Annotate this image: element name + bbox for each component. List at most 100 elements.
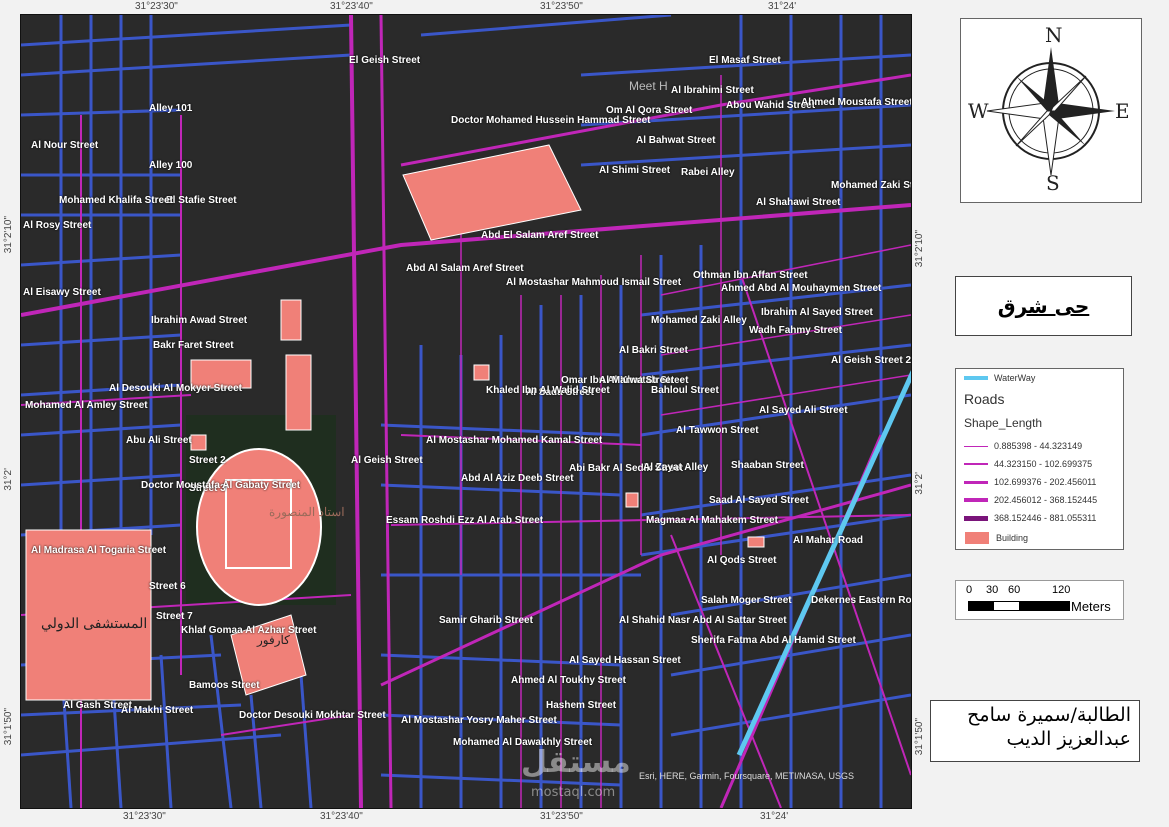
street-label: Wadh Fahmy Street — [749, 325, 842, 336]
street-label: Street 6 — [149, 581, 186, 592]
coord-right: 31°2' — [914, 472, 925, 495]
road-class-swatch — [964, 480, 988, 484]
building-block — [473, 364, 490, 381]
scale-graphic — [968, 601, 1070, 611]
street-label: Salah Moger Street — [701, 595, 792, 606]
scale-bar: 0 30 60 120 Meters — [955, 580, 1124, 620]
coord-left: 31°2' — [3, 468, 14, 491]
street-label: Saad Al Sayed Street — [709, 495, 809, 506]
legend-label: 102.699376 - 202.456011 — [994, 477, 1097, 487]
building-block — [625, 492, 639, 508]
legend-road-class: 0.885398 - 44.323149 — [964, 441, 1082, 451]
scale-unit: Meters — [1071, 599, 1111, 614]
place-label-meet: Meet H — [629, 79, 668, 93]
street-label: El Stafie Street — [166, 195, 237, 206]
coord-bottom: 31°23'50" — [540, 811, 583, 822]
scale-tick: 60 — [1008, 584, 1021, 596]
coord-left: 31°1'50" — [3, 708, 14, 746]
street-label: Alley 100 — [149, 160, 193, 171]
legend-label: 202.456012 - 368.152445 — [994, 495, 1098, 505]
legend-label: Building — [996, 533, 1029, 543]
coord-bottom: 31°24' — [760, 811, 789, 822]
legend-label: 0.885398 - 44.323149 — [994, 441, 1083, 451]
street-label: Al Mostashar Mahmoud Ismail Street — [506, 277, 682, 288]
street-label: Essam Roshdi Ezz Al Arab Street — [386, 515, 544, 526]
legend-label: WaterWay — [994, 373, 1036, 383]
street-label: Rabei Alley — [681, 167, 735, 178]
compass-south: S — [1046, 171, 1060, 195]
street-label: Shaaban Street — [731, 460, 804, 471]
author-line2: عبدالعزيز الديب — [1006, 728, 1131, 750]
scale-tick: 0 — [966, 584, 973, 596]
author-line1: الطالبة/سميرة سامح — [967, 704, 1131, 726]
watermark-url: mostaql.com — [531, 785, 616, 800]
street-label: Dekernes Eastern Road — [811, 595, 912, 606]
legend-label: 368.152446 - 881.055311 — [994, 513, 1097, 523]
legend-label: 44.323150 - 102.699375 — [994, 459, 1093, 469]
street-label: Al Geish Street — [351, 455, 423, 466]
street-label: Om Al Qora Street — [606, 105, 693, 116]
district-title-panel: حى شرق — [955, 276, 1132, 336]
street-label: Mohamed Khalifa Street — [59, 195, 173, 206]
street-label: Ahmed Abd Al Mouhaymen Street — [721, 283, 882, 294]
street-label: Hashem Street — [546, 700, 617, 711]
street-label: Mohamed Zaki Alley — [651, 315, 747, 326]
street-label: Al Makhi Street — [121, 705, 194, 716]
street-label: El Masaf Street — [709, 55, 781, 66]
street-label: Al Shimi Street — [599, 165, 671, 176]
building-block — [190, 434, 207, 451]
legend-waterway: WaterWay — [964, 373, 1035, 383]
street-label: Al Ibrahimi Street — [671, 85, 754, 96]
arabic-label-hospital: المستشفى الدولي — [41, 615, 148, 631]
street-label: Al Shahid Nasr Abd Al Sattar Street — [619, 615, 787, 626]
north-arrow-panel: N S E W — [960, 18, 1142, 203]
street-label: Al Bakri Street — [619, 345, 688, 356]
street-label: Street 2 — [189, 455, 226, 466]
street-label: Al Bahwat Street — [636, 135, 716, 146]
street-label: Al Sayed Hassan Street — [569, 655, 681, 666]
street-label: Ibrahim Al Sayed Street — [761, 307, 873, 318]
street-label: Bakr Faret Street — [153, 340, 234, 351]
street-label: Mohamed Zaki Street — [831, 180, 911, 191]
street-label: Samir Gharib Street — [439, 615, 533, 626]
street-label: Abd Al Aziz Deeb Street — [461, 473, 574, 484]
coord-right: 31°1'50" — [914, 718, 925, 756]
street-label: Bamoos Street — [189, 680, 260, 691]
street-label: Abd El Salam Aref Street — [481, 230, 599, 241]
road-class-swatch — [964, 463, 988, 465]
street-label: Al Desouki Al Mokyer Street — [109, 383, 243, 394]
street-label: Al Shahawi Street — [756, 197, 841, 208]
road-class-swatch — [964, 515, 988, 521]
street-label: Al Sayed Ali Street — [759, 405, 848, 416]
legend-road-class: 102.699376 - 202.456011 — [964, 477, 1096, 487]
street-label: Abd Al Salam Aref Street — [406, 263, 524, 274]
coord-top: 31°24' — [768, 1, 797, 12]
coord-top: 31°23'30" — [135, 1, 178, 12]
street-label: Al Eisawy Street — [23, 287, 101, 298]
legend-road-class: 44.323150 - 102.699375 — [964, 459, 1092, 469]
street-label: Bahloul Street — [651, 385, 719, 396]
street-label: Al Zayat Alley — [643, 462, 709, 473]
map-frame[interactable]: Meet H Alley 101 Alley 100 El Stafie Str… — [20, 14, 912, 809]
legend-building: Building — [964, 531, 1028, 545]
street-label: El Geish Street — [349, 55, 421, 66]
street-label: Doctor Mohamed Hussein Hammad Street — [451, 115, 651, 126]
coord-bottom: 31°23'30" — [123, 811, 166, 822]
road-class-swatch — [964, 445, 988, 447]
coord-bottom: 31°23'40" — [320, 811, 363, 822]
street-label: Al Mostashar Yosry Maher Street — [401, 715, 557, 726]
author-panel: الطالبة/سميرة سامح عبدالعزيز الديب — [930, 700, 1140, 762]
stadium-field — [225, 479, 292, 569]
street-label: Khlaf Gomaa Al Azhar Street — [181, 625, 317, 636]
building-swatch — [964, 531, 990, 545]
street-label: Al Qods Street — [707, 555, 777, 566]
legend-road-class: 368.152446 - 881.055311 — [964, 513, 1096, 523]
street-label: Mohamed Al Amley Street — [25, 400, 148, 411]
street-label: Al Nour Street — [31, 140, 99, 151]
legend-roads-title: Roads — [964, 391, 1005, 407]
street-label: Sherifa Fatma Abd Al Hamid Street — [691, 635, 856, 646]
street-label: Al Madrasa Al Togaria Street — [31, 545, 167, 556]
street-label: Abu Ali Street — [126, 435, 192, 446]
legend-panel: WaterWay Roads Shape_Length 0.885398 - 4… — [955, 368, 1124, 550]
waterway-swatch — [964, 376, 988, 380]
